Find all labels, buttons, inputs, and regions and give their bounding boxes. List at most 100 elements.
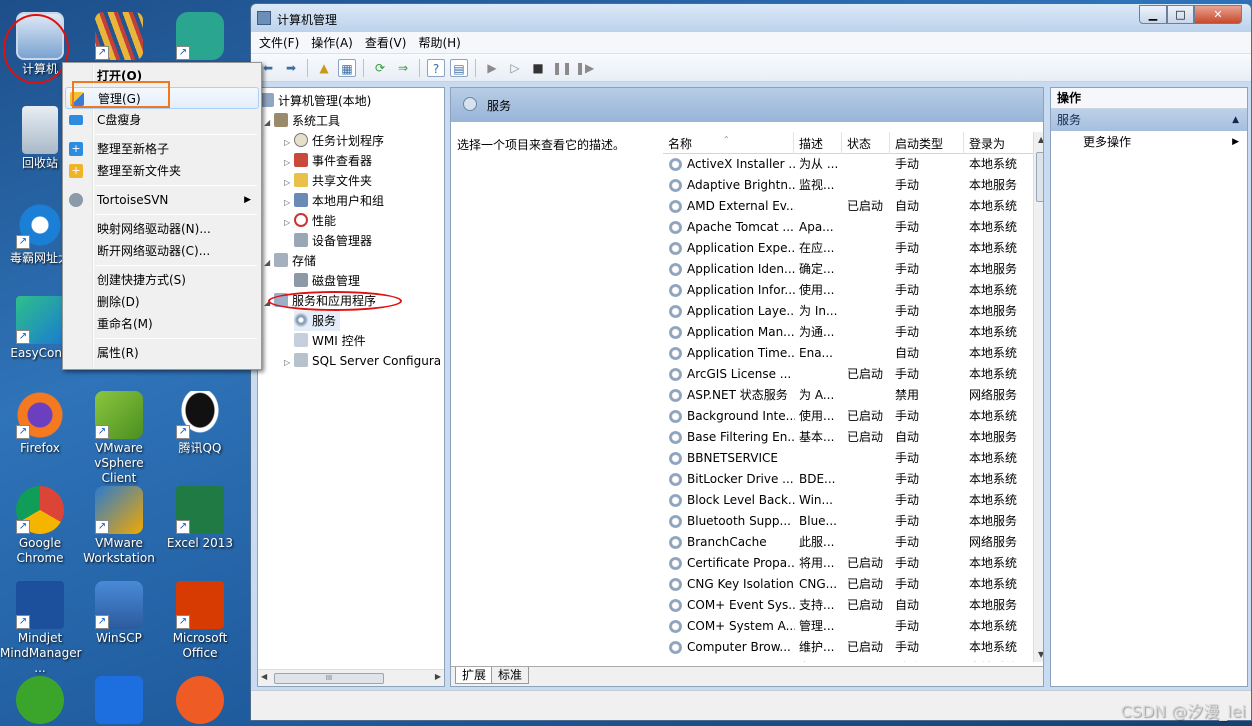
service-row[interactable]: ArcGIS License ... 已启动 手动 本地系统 [663,364,1033,385]
pause-service-icon[interactable]: ❚❚ [552,59,572,77]
export-list-icon[interactable]: ⇒ [394,59,412,77]
service-row[interactable]: Background Inte... 使用... 已启动 手动 本地系统 [663,406,1033,427]
start-service-icon[interactable]: ▶ [483,59,501,77]
desktop-icon-green[interactable]: ↗ [160,12,240,62]
desktop-icon-qq[interactable]: ↗ 腾讯QQ [160,391,240,456]
menu-help[interactable]: 帮助(H) [418,34,460,51]
desktop-icon-vmware-vsphere[interactable]: ↗ VMware vSphere Client [79,391,159,486]
collapse-arrow-icon[interactable]: ◢ [264,253,274,273]
scroll-right-icon[interactable]: ▶ [435,672,441,681]
tree-node-event-viewer[interactable]: ▷ 事件查看器 [284,151,372,171]
tree-horizontal-scrollbar[interactable]: ◀ III ▶ [258,669,444,686]
scroll-left-icon[interactable]: ◀ [261,672,267,681]
menu-item-organize-grid[interactable]: + 整理至新格子 [65,138,259,160]
menu-view[interactable]: 查看(V) [365,34,407,51]
menu-item-delete[interactable]: 删除(D) [65,291,259,313]
menu-item-rename[interactable]: 重命名(M) [65,313,259,335]
service-row[interactable]: Bluetooth Supp... Blue... 手动 本地服务 [663,511,1033,532]
desktop-icon-excel[interactable]: ↗ Excel 2013 [160,486,240,551]
menu-item-tortoisesvn[interactable]: TortoiseSVN ▶ [65,189,259,211]
refresh-icon[interactable]: ⟳ [371,59,389,77]
expand-arrow-icon[interactable]: ▷ [284,173,294,193]
show-hide-tree-icon[interactable]: ▦ [338,58,356,77]
desktop-icon-chrome[interactable]: ↗ Google Chrome [0,486,80,566]
tab-standard[interactable]: 标准 [491,667,530,684]
restart-service-icon[interactable]: ❚▶ [575,59,594,77]
service-row[interactable]: Adaptive Brightn... 监视... 手动 本地服务 [663,175,1033,196]
stop-service-icon[interactable]: ■ [529,59,547,77]
menu-item-c-drive-cleanup[interactable]: C盘瘦身 [65,109,259,131]
service-row[interactable]: Certificate Propa... 将用... 已启动 手动 本地系统 [663,553,1033,574]
column-name[interactable]: ⌃ 名称 [663,132,794,154]
desktop-icon-firefox[interactable]: ↗ Firefox [0,391,80,456]
tree-node-wmi[interactable]: WMI 控件 [294,331,366,351]
tree-node-local-users[interactable]: ▷ 本地用户和组 [284,191,384,211]
service-row[interactable]: BBNETSERVICE 手动 本地系统 [663,448,1033,469]
service-row[interactable]: COM+ Event Sys... 支持... 已启动 自动 本地服务 [663,595,1033,616]
service-row[interactable]: AMD External Ev... 已启动 自动 本地系统 [663,196,1033,217]
service-row[interactable]: Block Level Back... Win... 手动 本地系统 [663,490,1033,511]
tree-node-root[interactable]: 计算机管理(本地) [260,91,371,111]
desktop-icon-vmware-workstation[interactable]: ↗ VMware Workstation [79,486,159,566]
service-row[interactable]: Application Time... Ena... 自动 本地系统 [663,343,1033,364]
service-row[interactable]: BitLocker Drive ... BDE... 手动 本地系统 [663,469,1033,490]
forward-arrow-icon[interactable]: ➡ [282,59,300,77]
service-row[interactable]: Credential M... 为用... 手动本地系统 [663,658,1033,662]
desktop-icon-frog[interactable] [0,676,80,726]
maximize-button[interactable]: □ [1167,5,1194,24]
scroll-up-icon[interactable]: ▲ [1038,135,1043,144]
start-service-alt-icon[interactable]: ▷ [506,59,524,77]
tree-node-storage[interactable]: ◢ 存储 [264,251,316,271]
collapse-triangle-icon[interactable]: ▲ [1232,109,1239,131]
close-button[interactable]: ✕ [1194,5,1242,24]
more-actions-item[interactable]: 更多操作 ▶ [1051,131,1247,153]
column-startup-type[interactable]: 启动类型 [890,132,964,154]
menu-file[interactable]: 文件(F) [259,34,299,51]
desktop-icon-postman[interactable] [160,676,240,726]
tree-node-services[interactable]: 服务 [294,311,341,331]
collapse-arrow-icon[interactable]: ◢ [264,113,274,133]
service-row[interactable]: BranchCache 此服... 手动 网络服务 [663,532,1033,553]
services-vertical-scrollbar[interactable]: ▲ ▼ [1033,132,1043,662]
expand-arrow-icon[interactable]: ▷ [284,153,294,173]
tree-node-disk-management[interactable]: 磁盘管理 [294,271,360,291]
menu-item-properties[interactable]: 属性(R) [65,342,259,364]
scroll-thumb[interactable] [1036,152,1043,202]
service-row[interactable]: Apache Tomcat ... Apa... 手动 本地系统 [663,217,1033,238]
up-folder-icon[interactable]: ▲ [315,59,333,77]
desktop-icon-office[interactable]: ↗ Microsoft Office [160,581,240,661]
column-status[interactable]: 状态 [842,132,890,154]
menu-item-map-drive[interactable]: 映射网络驱动器(N)... [65,218,259,240]
menu-item-disconnect-drive[interactable]: 断开网络驱动器(C)... [65,240,259,262]
title-bar[interactable]: 计算机管理 ▁ □ ✕ [251,4,1251,32]
expand-arrow-icon[interactable]: ▷ [284,213,294,233]
column-description[interactable]: 描述 [794,132,842,154]
service-row[interactable]: Application Laye... 为 In... 手动 本地服务 [663,301,1033,322]
service-row[interactable]: Base Filtering En... 基本... 已启动 自动 本地服务 [663,427,1033,448]
desktop-icon-shield[interactable] [79,676,159,726]
tree-node-system-tools[interactable]: ◢ 系统工具 [264,111,340,131]
expand-arrow-icon[interactable]: ▷ [284,133,294,153]
service-row[interactable]: Application Man... 为通... 手动 本地系统 [663,322,1033,343]
expand-arrow-icon[interactable]: ▷ [284,353,294,373]
tree-node-performance[interactable]: ▷ 性能 [284,211,336,231]
help-icon[interactable]: ? [427,58,445,77]
tree-node-sql-server[interactable]: ▷ SQL Server Configura [284,351,441,371]
tab-extended[interactable]: 扩展 [455,667,494,684]
service-row[interactable]: ActiveX Installer ... 为从 ... 手动 本地系统 [663,154,1033,175]
minimize-button[interactable]: ▁ [1139,5,1167,24]
menu-action[interactable]: 操作(A) [311,34,353,51]
tree-node-task-scheduler[interactable]: ▷ 任务计划程序 [284,131,384,151]
service-row[interactable]: ASP.NET 状态服务为 A... 禁用 网络服务 [663,385,1033,406]
tree-node-device-manager[interactable]: 设备管理器 [294,231,372,251]
actions-section-services[interactable]: 服务 ▲ [1051,109,1247,131]
properties-icon[interactable]: ▤ [450,58,468,77]
desktop-icon-winscp[interactable]: ↗ WinSCP [79,581,159,646]
service-row[interactable]: COM+ System A... 管理... 手动 本地系统 [663,616,1033,637]
tree-node-shared-folders[interactable]: ▷ 共享文件夹 [284,171,372,191]
scroll-down-icon[interactable]: ▼ [1038,650,1043,659]
menu-item-create-shortcut[interactable]: 创建快捷方式(S) [65,269,259,291]
scroll-thumb[interactable]: III [274,673,384,684]
service-row[interactable]: Application Infor... 使用... 手动 本地系统 [663,280,1033,301]
service-row[interactable]: Application Iden... 确定... 手动 本地服务 [663,259,1033,280]
